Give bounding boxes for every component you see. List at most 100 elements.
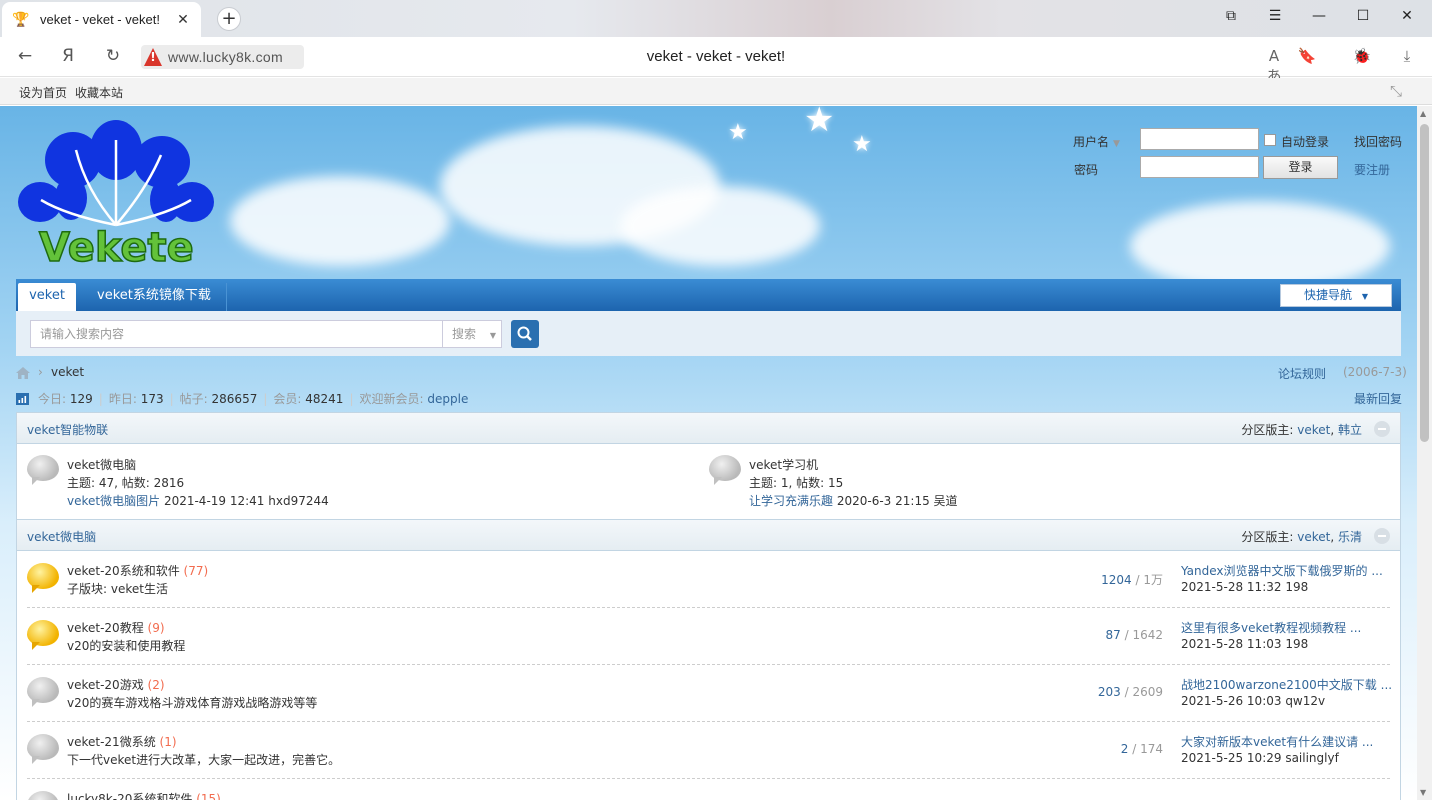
last-post-link[interactable]: 战地2100warzone2100中文版下载 ... <box>1181 676 1391 693</box>
browser-tabbar: 🏆 veket - veket - veket! ✕ + ⧉ ☰ — ☐ ✕ <box>0 0 1432 37</box>
forum-row: veket-21微系统 (1) 下一代veket进行大改革，大家一起改进，完善它。… <box>17 722 1400 779</box>
nav-tab-veket[interactable]: veket <box>18 283 76 311</box>
ladybug-icon[interactable]: 🐞 <box>1352 47 1372 65</box>
search-input[interactable]: 请输入搜索内容 <box>30 320 443 348</box>
forum-section: veket智能物联 分区版主: veket, 韩立 veket微电脑 主题: 4… <box>16 412 1401 520</box>
forum-row: lucky8k-20系统和软件 (15) <box>17 779 1400 800</box>
last-post-meta: 2021-4-19 12:41 hxd97244 <box>163 494 329 508</box>
section-moderators: 分区版主: veket, 韩立 <box>1241 423 1362 437</box>
last-post-link[interactable]: 让学习充满乐趣 <box>749 494 833 508</box>
menu-icon[interactable]: ☰ <box>1265 8 1285 24</box>
forum-name: veket-20系统和软件 (77) <box>67 562 208 579</box>
forum-description: v20的安装和使用教程 <box>67 639 186 653</box>
logo-text: Vekete <box>38 224 194 272</box>
page-scrollbar[interactable]: ▲ ▼ <box>1417 106 1432 800</box>
forum-status-icon <box>27 620 59 650</box>
login-button[interactable]: 登录 <box>1263 156 1338 179</box>
last-post-meta: 2021-5-25 10:29 sailinglyf <box>1181 751 1339 765</box>
forum-name-link[interactable]: veket-20教程 <box>67 621 144 635</box>
last-post-link[interactable]: veket微电脑图片 <box>67 494 160 508</box>
forum-today-count: (77) <box>183 564 209 578</box>
new-tab-button[interactable]: + <box>217 7 241 31</box>
collapse-section-button[interactable] <box>1374 528 1390 544</box>
moderators-label: 分区版主: <box>1241 423 1294 437</box>
forum-list: veket-20系统和软件 (77) 子版块: veket生活 1204 / 1万 Y… <box>17 551 1400 800</box>
moderator-link[interactable]: 韩立 <box>1338 423 1362 437</box>
moderators-label: 分区版主: <box>1241 530 1294 544</box>
thread-count: 87 <box>1105 628 1121 642</box>
breadcrumb-separator: › <box>38 365 43 379</box>
post-count: 2609 <box>1132 685 1163 699</box>
forum-today-count: (15) <box>196 792 221 800</box>
collapse-icon[interactable]: ⤡ <box>1390 82 1402 100</box>
moderator-link[interactable]: 乐清 <box>1338 530 1362 544</box>
find-password-link[interactable]: 找回密码 <box>1354 133 1402 150</box>
maximize-icon[interactable]: ☐ <box>1353 8 1373 24</box>
auto-login-label: 自动登录 <box>1281 135 1330 149</box>
close-window-icon[interactable]: ✕ <box>1397 8 1417 24</box>
today-label: 今日: <box>38 392 67 406</box>
download-icon[interactable]: ⤓ <box>1397 47 1417 65</box>
section-moderators: 分区版主: veket, 乐清 <box>1241 530 1362 544</box>
moderator-link[interactable]: veket <box>1297 423 1330 437</box>
close-icon[interactable]: ✕ <box>175 12 191 28</box>
register-link[interactable]: 要注册 <box>1354 161 1390 178</box>
forum-description: 子版块: veket生活 <box>67 582 168 596</box>
browser-tab[interactable]: 🏆 veket - veket - veket! ✕ <box>2 2 201 37</box>
site-logo[interactable]: Vekete <box>16 120 216 272</box>
last-post-link[interactable]: 这里有很多veket教程视频教程 ... <box>1181 619 1391 636</box>
scroll-thumb[interactable] <box>1420 124 1429 442</box>
password-input[interactable] <box>1140 156 1259 178</box>
search-button[interactable] <box>511 320 539 348</box>
today-count: 129 <box>69 391 93 406</box>
forum-name-link[interactable]: veket学习机 <box>749 456 818 473</box>
search-type-select[interactable]: 搜索 ▼ <box>442 320 502 348</box>
set-homepage-link[interactable]: 设为首页 <box>19 84 67 101</box>
welcome-label: 欢迎新会员: <box>359 392 424 406</box>
forum-rules-link[interactable]: 论坛规则 <box>1278 365 1326 382</box>
forum-description: v20的赛车游戏格斗游戏体育游戏战略游戏等等 <box>67 696 318 710</box>
last-post-link[interactable]: Yandex浏览器中文版下载俄罗斯的 ... <box>1181 562 1391 579</box>
auto-login-checkbox[interactable] <box>1264 134 1276 146</box>
forum-last-post: veket微电脑图片 2021-4-19 12:41 hxd97244 <box>67 492 329 509</box>
divider: | <box>98 391 103 406</box>
breadcrumb-current[interactable]: veket <box>51 365 84 379</box>
forum-name-link[interactable]: veket-21微系统 <box>67 735 156 749</box>
home-icon[interactable] <box>16 367 30 379</box>
scroll-up-icon[interactable]: ▲ <box>1420 109 1426 118</box>
chart-icon <box>16 392 29 405</box>
bookmark-icon[interactable]: 🔖 <box>1297 47 1317 65</box>
last-post-meta: 2020-6-3 21:15 吴道 <box>836 494 958 508</box>
forum-status-icon <box>27 563 59 593</box>
latest-reply-link[interactable]: 最新回复 <box>1354 390 1402 407</box>
forum-name-link[interactable]: veket-20游戏 <box>67 678 144 692</box>
bookmarks-bar: 设为首页 收藏本站 ⤡ <box>0 78 1432 105</box>
section-header: veket智能物联 分区版主: veket, 韩立 <box>17 413 1400 444</box>
collapse-section-button[interactable] <box>1374 421 1390 437</box>
last-post-meta: 2021-5-26 10:03 qw12v <box>1181 694 1326 708</box>
forum-row: veket-20系统和软件 (77) 子版块: veket生活 1204 / 1万 Y… <box>17 551 1400 608</box>
last-post-link[interactable]: 大家对新版本veket有什么建议请 ... <box>1181 733 1391 750</box>
section-title[interactable]: veket智能物联 <box>27 421 108 438</box>
newest-member-link[interactable]: depple <box>427 392 468 406</box>
section-header: veket微电脑 分区版主: veket, 乐清 <box>17 520 1400 551</box>
username-input[interactable] <box>1140 128 1259 150</box>
quick-nav-button[interactable]: 快捷导航 ▼ <box>1280 284 1392 307</box>
username-label[interactable]: 用户名 ▼ <box>1073 133 1120 150</box>
forum-name-link[interactable]: veket-20系统和软件 <box>67 564 180 578</box>
section-title[interactable]: veket微电脑 <box>27 528 96 545</box>
tabs-icon[interactable]: ⧉ <box>1221 8 1241 24</box>
post-count: 1642 <box>1132 628 1163 642</box>
forum-name-link[interactable]: veket微电脑 <box>67 456 136 473</box>
moderator-link[interactable]: veket <box>1297 530 1330 544</box>
forum-stats: 今日: 129 | 昨日: 173 | 帖子: 286657 | 会员: 482… <box>16 390 468 407</box>
forum-counts: 1204 / 1万 <box>1101 573 1163 587</box>
minimize-icon[interactable]: — <box>1309 8 1329 24</box>
nav-tab-image-download[interactable]: veket系统镜像下载 <box>82 283 227 311</box>
forum-name: veket-21微系统 (1) <box>67 733 177 750</box>
add-favorite-link[interactable]: 收藏本站 <box>75 84 123 101</box>
password-label: 密码 <box>1074 163 1099 177</box>
last-post-meta: 2021-5-28 11:32 198 <box>1181 580 1309 594</box>
forum-name-link[interactable]: lucky8k-20系统和软件 <box>67 792 192 800</box>
scroll-down-icon[interactable]: ▼ <box>1420 788 1426 797</box>
